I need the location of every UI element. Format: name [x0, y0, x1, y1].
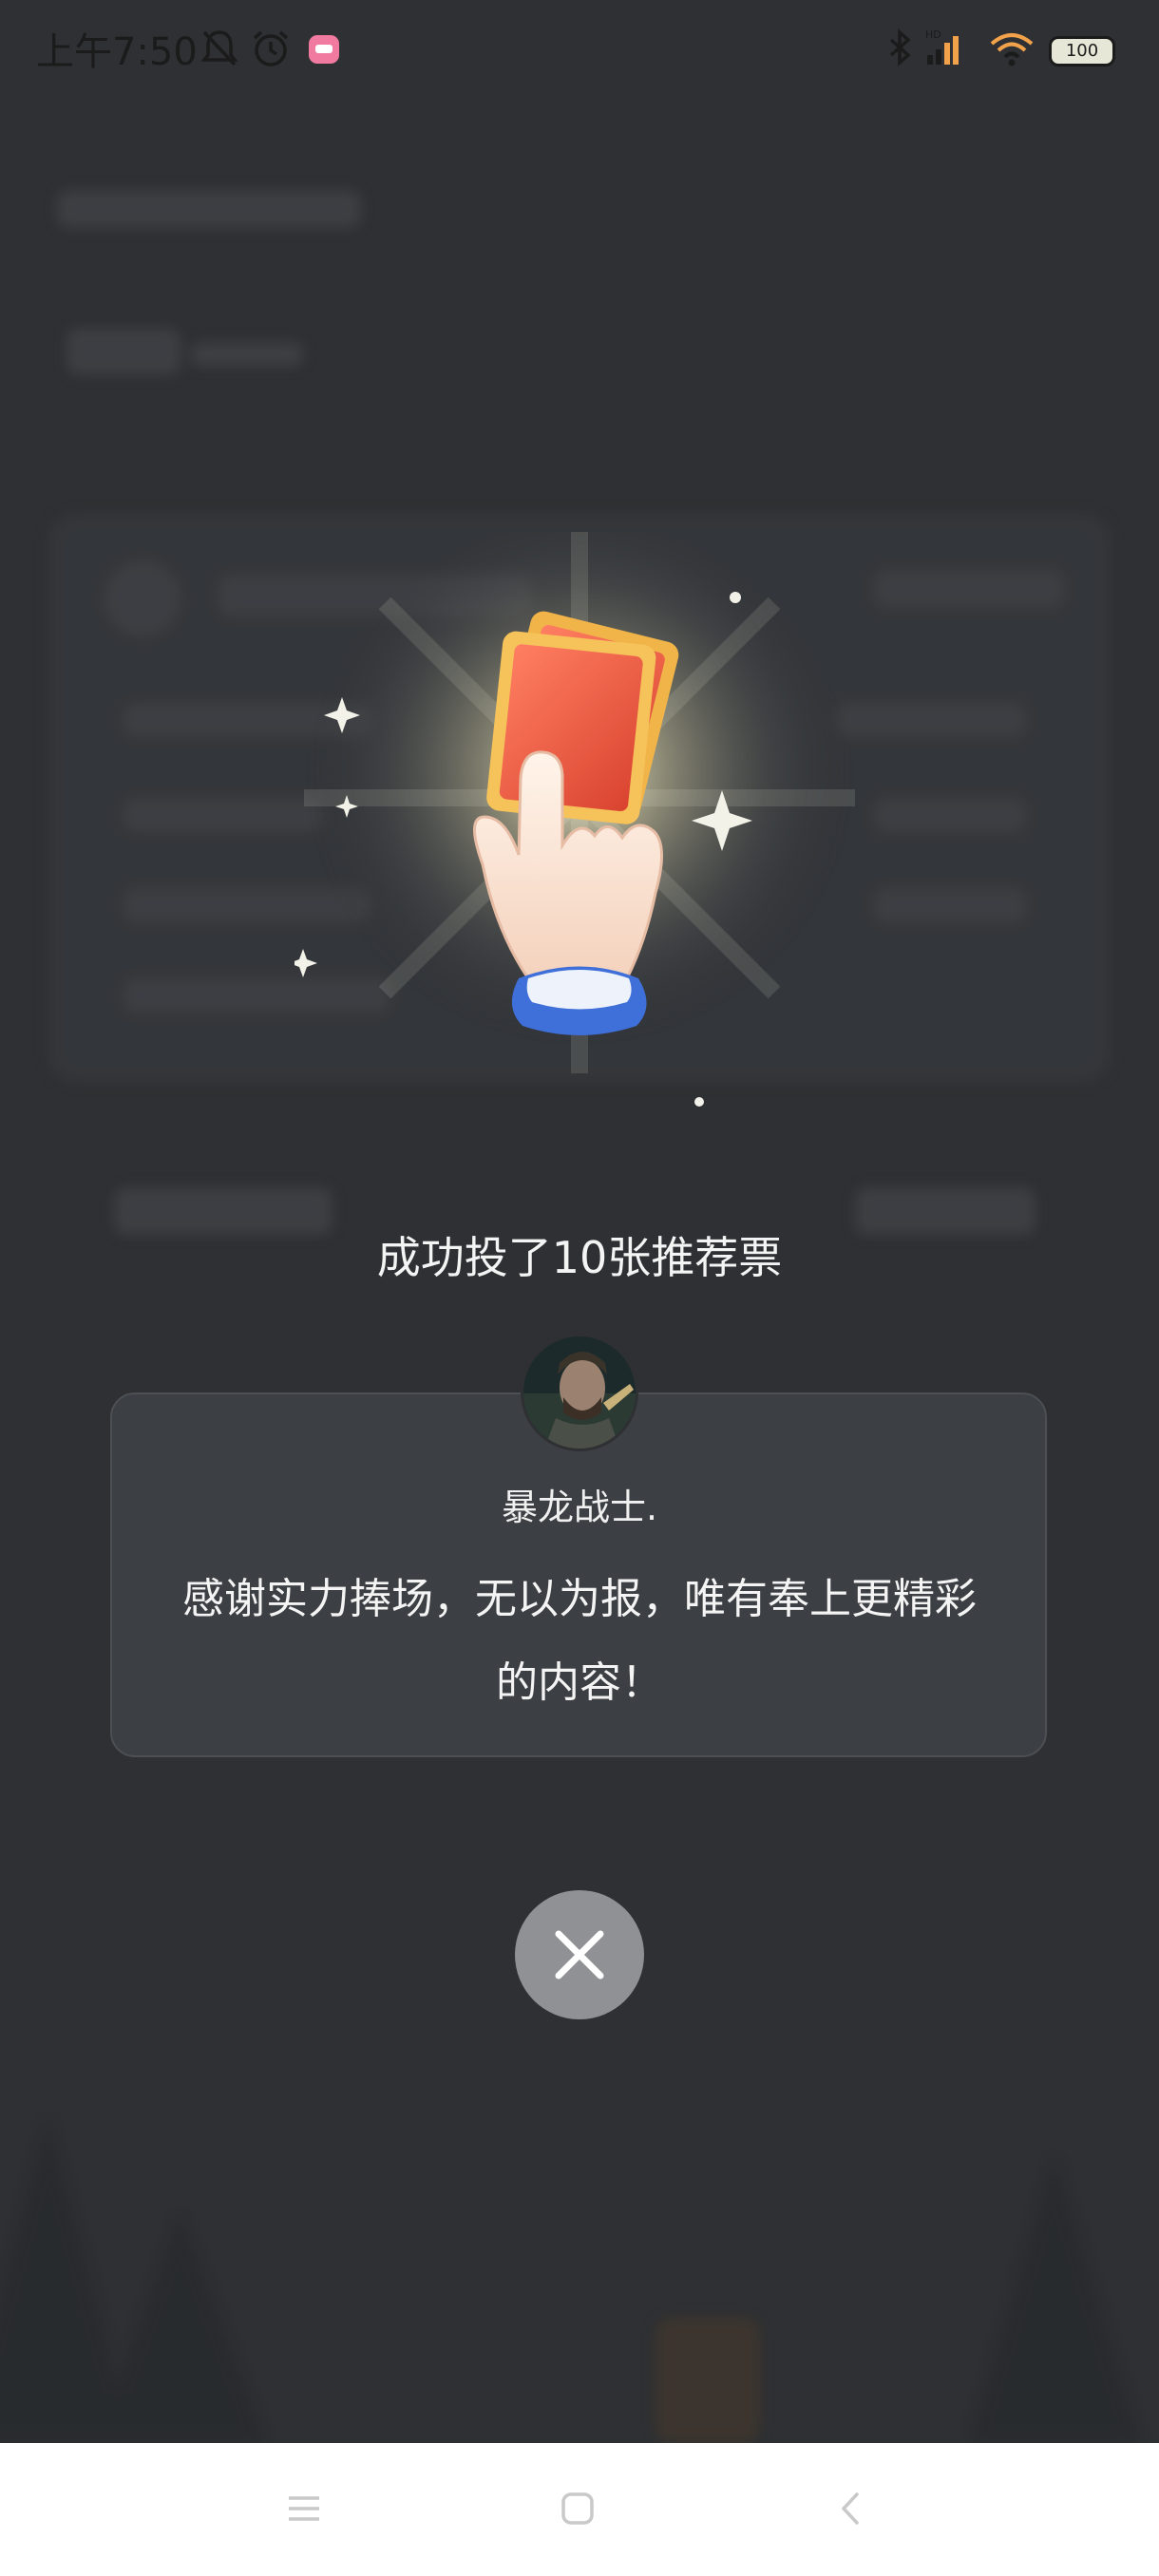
hand-holding-tickets-icon [294, 532, 855, 1107]
back-icon[interactable] [823, 2485, 880, 2532]
battery-icon: 100 [1049, 36, 1115, 66]
app-notification-icon [309, 35, 339, 64]
status-bar: 上午7:50 HD 100 [0, 0, 1159, 100]
close-button[interactable] [515, 1890, 644, 2019]
signal-hd-icon: HD [925, 28, 959, 65]
bluetooth-icon [889, 28, 911, 66]
background-page [0, 0, 1159, 2443]
author-name: 暴龙战士. [501, 1487, 658, 1528]
status-time: 上午7:50 [36, 30, 198, 74]
vote-success-message: 成功投了10张推荐票 [376, 1232, 783, 1283]
author-thanks-message: 感谢实力捧场，无以为报，唯有奉上更精彩的内容！ [182, 1575, 977, 1707]
wifi-icon [990, 33, 1034, 66]
close-icon [555, 1930, 604, 1979]
alarm-clock-icon [253, 30, 289, 66]
home-icon[interactable] [549, 2485, 606, 2532]
system-nav-bar [0, 2443, 1159, 2576]
battery-level: 100 [1065, 41, 1099, 61]
author-avatar [521, 1334, 638, 1451]
svg-text:HD: HD [925, 28, 941, 41]
mute-bell-icon [200, 30, 238, 66]
menu-icon[interactable] [276, 2485, 332, 2532]
